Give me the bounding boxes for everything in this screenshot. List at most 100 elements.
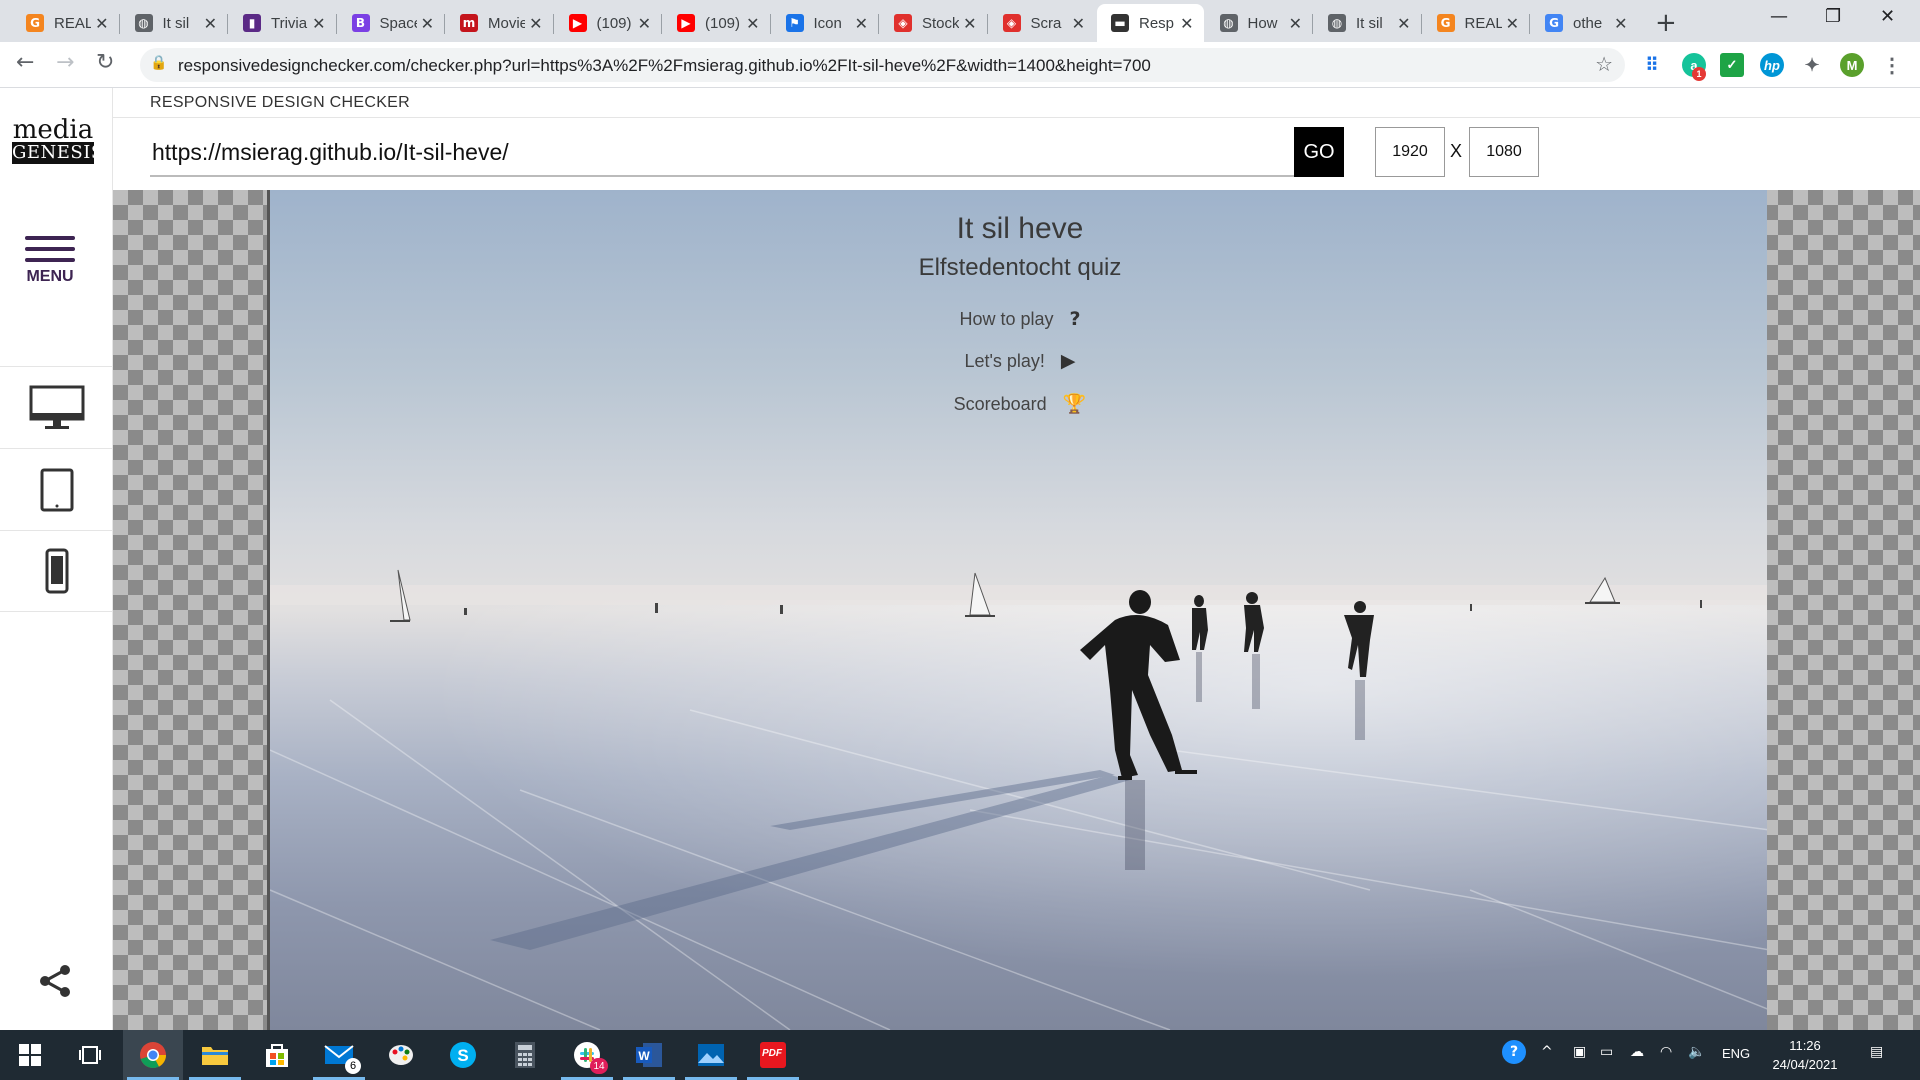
go-button[interactable]: GO [1294, 127, 1344, 177]
browser-tab-title: othe [1573, 14, 1603, 32]
youtube-icon: ▶ [677, 14, 695, 32]
close-tab-icon[interactable]: ✕ [1072, 14, 1085, 33]
taskbar-calculator[interactable] [495, 1030, 555, 1080]
browser-tab[interactable]: Gothe ✕ [1531, 4, 1638, 42]
bookmark-star-icon[interactable]: ☆ [1595, 52, 1613, 76]
checkmark-extension-icon[interactable]: ✓ [1720, 53, 1744, 77]
browser-tab[interactable]: ▬ Resp ✕ [1097, 4, 1204, 42]
browser-tab[interactable]: ⚑ Icon ✕ [772, 4, 879, 42]
more-menu-icon[interactable]: ⋮ [1880, 53, 1904, 77]
how-to-play-link[interactable]: How to play? [270, 308, 1767, 330]
menu-button[interactable]: MENU [20, 236, 80, 286]
onedrive-cloud-icon[interactable]: ☁ [1630, 1044, 1644, 1060]
notifications-icon[interactable]: ▤ [1870, 1044, 1883, 1060]
back-icon[interactable]: ← [16, 50, 34, 75]
stock-icon: ◈ [1002, 14, 1021, 32]
new-tab-button[interactable]: + [1655, 8, 1677, 38]
close-tab-icon[interactable]: ✕ [963, 14, 976, 33]
browser-tab-title: Resp [1139, 14, 1175, 32]
task-view-button[interactable] [60, 1030, 120, 1080]
browser-tab[interactable]: ▮ Trivia ✕ [229, 4, 336, 42]
media-genesis-logo[interactable]: media GENESIS [12, 117, 103, 164]
browser-tab[interactable]: ◍ It sil ✕ [121, 4, 228, 42]
browser-tab[interactable]: m Movie ✕ [446, 4, 553, 42]
browser-tab[interactable]: ▶ (109) ✕ [663, 4, 770, 42]
taskbar-slack[interactable]: 14 [557, 1030, 617, 1080]
rdc-sidebar: media GENESIS MENU [0, 88, 113, 1030]
lets-play-link[interactable]: Let's play! ▶ [270, 350, 1767, 372]
address-bar[interactable]: 🔒 responsivedesignchecker.com/checker.ph… [140, 48, 1625, 82]
tab-separator [118, 14, 120, 34]
folder-icon [202, 1047, 228, 1065]
close-tab-icon[interactable]: ✕ [529, 14, 542, 33]
close-tab-icon[interactable]: ✕ [638, 14, 651, 33]
taskbar-file-explorer[interactable] [185, 1030, 245, 1080]
close-window-icon[interactable]: ✕ [1880, 6, 1895, 27]
share-icon [40, 965, 70, 997]
browser-tab-title: How [1247, 14, 1278, 32]
share-button[interactable] [37, 963, 73, 1004]
taskbar-mail[interactable]: 6 [309, 1030, 369, 1080]
taskbar-clock[interactable]: 11:26 24/04/2021 [1765, 1036, 1845, 1074]
close-tab-icon[interactable]: ✕ [1289, 14, 1302, 33]
rdc-url-input[interactable]: https://msierag.github.io/It-sil-heve/ [150, 125, 1340, 177]
windows-start-button[interactable] [0, 1030, 60, 1080]
show-hidden-icons-chevron-icon[interactable]: ^ [1541, 1044, 1553, 1060]
apps-grid-icon[interactable]: ⠿ [1640, 53, 1664, 77]
profile-avatar[interactable]: M [1840, 53, 1864, 77]
close-tab-icon[interactable]: ✕ [312, 14, 325, 33]
taskbar-word[interactable]: W [619, 1030, 679, 1080]
globe-icon: ◍ [134, 14, 153, 32]
browser-tab[interactable]: ◍ How ✕ [1206, 4, 1313, 42]
browser-tab[interactable]: ◈ Scra ✕ [989, 4, 1096, 42]
browser-tab[interactable]: ▶ (109) ✕ [555, 4, 662, 42]
browser-tab[interactable]: G REAL ✕ [12, 4, 119, 42]
trophy-icon: 🏆 [1062, 393, 1087, 415]
close-tab-icon[interactable]: ✕ [421, 14, 434, 33]
taskbar-skype[interactable]: S [433, 1030, 493, 1080]
mobile-view-button[interactable] [0, 530, 113, 612]
browser-tab[interactable]: G REAL ✕ [1423, 4, 1530, 42]
tab-separator [878, 14, 879, 34]
battery-icon[interactable]: ▭ [1600, 1044, 1613, 1060]
reload-icon[interactable]: ↻ [96, 50, 114, 75]
taskbar-store[interactable] [247, 1030, 307, 1080]
scoreboard-link[interactable]: Scoreboard 🏆 [270, 392, 1767, 415]
taskbar-chrome[interactable] [123, 1030, 183, 1080]
tab-separator [335, 14, 337, 34]
desktop-view-button[interactable] [0, 366, 113, 448]
hp-icon[interactable]: hp [1760, 53, 1784, 77]
close-tab-icon[interactable]: ✕ [1614, 14, 1627, 33]
rdc-url-value[interactable]: https://msierag.github.io/It-sil-heve/ [152, 139, 509, 166]
tablet-view-button[interactable] [0, 448, 113, 530]
help-icon[interactable]: ? [1502, 1040, 1526, 1064]
youtube-icon: ▶ [568, 14, 587, 32]
close-tab-icon[interactable]: ✕ [746, 14, 759, 33]
minimize-icon[interactable]: — [1770, 6, 1788, 27]
close-tab-icon[interactable]: ✕ [204, 14, 217, 33]
taskbar-pdf-reader[interactable]: PDF [743, 1030, 803, 1080]
volume-icon[interactable]: 🔈 [1688, 1044, 1705, 1060]
address-url[interactable]: responsivedesignchecker.com/checker.php?… [178, 56, 1151, 76]
width-input[interactable]: 1920 [1375, 127, 1445, 177]
browser-tab[interactable]: ◍ It sil ✕ [1314, 4, 1421, 42]
close-tab-icon[interactable]: ✕ [95, 14, 108, 33]
close-tab-icon[interactable]: ✕ [1180, 14, 1193, 33]
language-indicator[interactable]: ENG [1722, 1046, 1750, 1061]
browser-tab-strip: GREAL✕◍It sil✕▮Trivia✕BSpace✕mMovie✕▶(10… [0, 0, 1920, 42]
browser-tab[interactable]: B Space✕ [338, 4, 445, 42]
taskbar-photos[interactable] [681, 1030, 741, 1080]
close-tab-icon[interactable]: ✕ [855, 14, 868, 33]
close-tab-icon[interactable]: ✕ [1506, 14, 1519, 33]
close-tab-icon[interactable]: ✕ [1397, 14, 1410, 33]
clock-date: 24/04/2021 [1772, 1057, 1838, 1072]
restore-icon[interactable]: ❐ [1825, 6, 1841, 27]
taskbar-paint[interactable] [371, 1030, 431, 1080]
forward-icon[interactable]: → [56, 50, 74, 75]
height-input[interactable]: 1080 [1469, 127, 1539, 177]
device-icon[interactable]: ▣ [1573, 1044, 1586, 1060]
extensions-puzzle-icon[interactable]: ✦ [1800, 53, 1824, 77]
browser-tab[interactable]: ◈ Stock ✕ [880, 4, 987, 42]
wifi-icon[interactable]: ◠ [1660, 1044, 1672, 1060]
tab-separator [661, 14, 662, 34]
